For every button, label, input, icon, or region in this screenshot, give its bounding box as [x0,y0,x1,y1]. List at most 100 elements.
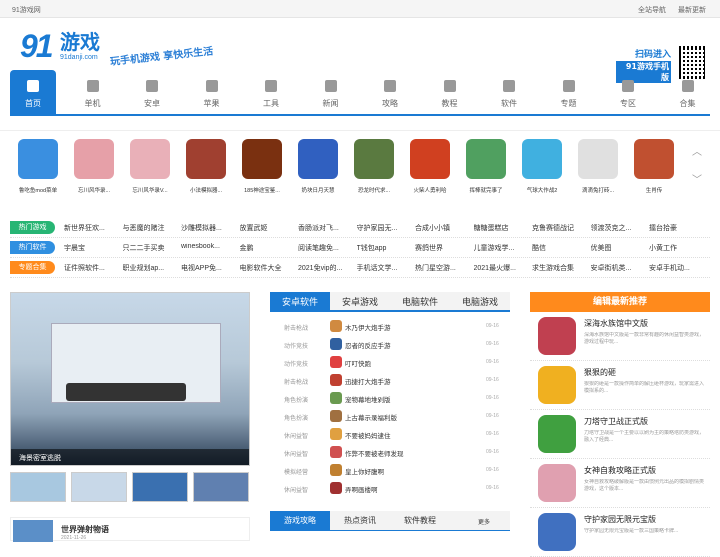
editor-pick-item[interactable]: 女神自救攻略正式版 女神自救攻略破解版是一款由惯例元出品的模拟剧情类游戏，这个版本… [530,459,710,508]
tag-link[interactable]: 沙雕模拟器... [181,223,233,233]
tag-link[interactable]: T钱包app [357,243,409,253]
nav-item[interactable]: 苹果 [189,70,235,114]
tag-link[interactable]: 2021免vip的... [298,263,350,273]
chevron-down-icon[interactable]: ﹀ [692,171,702,186]
tag-link[interactable]: 克鲁赛德战记 [532,223,584,233]
tag-link[interactable]: 儿童游戏学... [474,243,526,253]
tag-link[interactable]: 小黄工作 [649,243,701,253]
nav-item[interactable]: 单机 [70,70,116,114]
game-item[interactable]: 恐龙时代求... [350,139,398,194]
game-item[interactable]: 火柴人勇利哈 [406,139,454,194]
software-tab[interactable]: 安卓软件 [270,292,330,312]
editor-pick-item[interactable]: 守护家园无限元宝版 守护家园无限元宝版是一款三国策略卡牌... [530,508,710,557]
focus-thumb[interactable] [71,472,127,502]
focus-thumb[interactable] [132,472,188,502]
latest-link[interactable]: 最新更新 [678,5,706,15]
tag-link[interactable]: 合成小小镇 [415,223,467,233]
nav-item[interactable]: 合集 [665,70,711,114]
tag-link[interactable]: 2021最火爆... [474,263,526,273]
game-item[interactable]: 滴滴兔打砖... [574,139,622,194]
software-title: 弄啊画楼啊 [345,487,378,494]
tag-link[interactable]: 新世界狂欢... [64,223,116,233]
software-row[interactable]: 射击枪战 木乃伊大炮手游 09-16 [270,317,510,335]
tag-link[interactable]: 酷信 [532,243,584,253]
tag-link[interactable]: 香肠派对飞... [298,223,350,233]
nav-item[interactable]: 专题 [546,70,592,114]
software-date: 09-16 [486,449,499,455]
tag-link[interactable]: 守护家园无... [357,223,409,233]
nav-item[interactable]: 攻略 [367,70,413,114]
editor-pick-item[interactable]: 深海水族馆中文版 深海水族馆中文版是一款非常有趣的休闲益智类游戏，游戏过程中玩..… [530,312,710,361]
game-item[interactable]: 奶块日月天慧 [294,139,342,194]
nav-item[interactable]: 专区 [605,70,651,114]
tag-link[interactable]: 热门星空游... [415,263,467,273]
tag-link[interactable]: 金鹏 [240,243,292,253]
nav-item[interactable]: 工具 [248,70,294,114]
tag-link[interactable]: 只二二手买卖 [123,243,175,253]
tag-link[interactable]: 糖糖蛋糕店 [474,223,526,233]
news-item[interactable]: 世界弹射物语 2021-11-26 [10,517,250,542]
tag-link[interactable]: 电影软件大全 [240,263,292,273]
tag-link[interactable]: 宇晨宝 [64,243,116,253]
editor-pick-item[interactable]: 狠狠的砸 狠狠的砸是一款操作简单的解压砸杯游戏，玩家需进入模拟系的... [530,361,710,410]
software-tab[interactable]: 安卓游戏 [330,292,390,312]
nav-item[interactable]: 安卓 [129,70,175,114]
nav-item[interactable]: 首页 [10,70,56,114]
software-row[interactable]: 休闲益智 弄啊画楼啊 09-16 [270,479,510,497]
tag-link[interactable]: 擂台拾豪 [649,223,701,233]
editor-pick-thumb [538,513,576,551]
tag-link[interactable]: 职业规划ap... [123,263,175,273]
article-tab[interactable]: 热点资讯 [330,511,390,531]
software-row[interactable]: 角色扮演 宠物幕地堆剁版 09-16 [270,389,510,407]
tag-link[interactable]: 阅读笔趣免... [298,243,350,253]
chevron-up-icon[interactable]: ︿ [692,143,702,158]
game-item[interactable]: 挥棒就完事了 [462,139,510,194]
software-date: 09-16 [486,395,499,401]
tag-link[interactable]: 证件照软件... [64,263,116,273]
software-row[interactable]: 动作竞技 忍者的反应手游 09-16 [270,335,510,353]
game-item[interactable]: 185神途宝鉴... [238,139,286,194]
tag-link[interactable]: 手机话文学... [357,263,409,273]
nav-item[interactable]: 软件 [486,70,532,114]
software-tab[interactable]: 电脑游戏 [450,292,510,312]
focus-image[interactable]: 海景密室逃脱 [10,292,250,466]
game-item[interactable]: 生肖传 [630,139,678,194]
software-row[interactable]: 动作竞技 叮叮快跑 09-16 [270,353,510,371]
game-item[interactable]: 忘川风华录V... [126,139,174,194]
game-item[interactable]: 小法模拟器... [182,139,230,194]
tag-link[interactable]: 赛鸽世界 [415,243,467,253]
site-name[interactable]: 91游戏网 [12,5,41,15]
tag-link[interactable]: 安卓街机类... [591,263,643,273]
software-row[interactable]: 休闲益智 作弊不要被老师发现 09-16 [270,443,510,461]
news-thumb [13,520,53,542]
game-item[interactable]: 忘川风华录... [70,139,118,194]
tag-link[interactable]: 与恶魔的赌注 [123,223,175,233]
tag-link[interactable]: 放置武姬 [240,223,292,233]
software-row[interactable]: 射击枪战 迅捷打大炮手游 09-16 [270,371,510,389]
software-tab[interactable]: 电脑软件 [390,292,450,312]
top-bar: 91游戏网 全站导航 最新更新 [0,0,720,18]
tag-link[interactable]: 优美图 [591,243,643,253]
software-row[interactable]: 休闲益智 不要被妈妈逮住 09-16 [270,425,510,443]
nav-item[interactable]: 教程 [427,70,473,114]
game-item[interactable]: 鲁吃鱼mod菜单 [14,139,62,194]
logo[interactable]: 91 游戏 91danji.com [20,28,102,72]
tag-link[interactable]: 领渡茨克之... [591,223,643,233]
software-row[interactable]: 模拟经营 皇上你好腹啊 09-16 [270,461,510,479]
editor-pick-thumb [538,366,576,404]
article-tab[interactable]: 软件教程 [390,511,450,531]
game-item[interactable]: 气球大作战2 [518,139,566,194]
all-nav-link[interactable]: 全站导航 [638,5,666,15]
focus-thumb[interactable] [10,472,66,502]
nav-item[interactable]: 新闻 [308,70,354,114]
article-tab[interactable]: 游戏攻略 [270,511,330,531]
tag-link[interactable]: 安卓手机动... [649,263,701,273]
editor-pick-item[interactable]: 刀塔守卫战正式版 刀塔守卫战是一个主要以以刷为主的策略塔防类游戏，融入了经典... [530,410,710,459]
tag-link[interactable]: winesbook... [181,243,233,250]
more-link[interactable]: 更多 [478,517,490,526]
game-name: 挥棒就完事了 [469,188,503,194]
tag-link[interactable]: 电视APP免... [181,263,233,273]
software-row[interactable]: 角色扮演 上古幕示录福利版 09-16 [270,407,510,425]
focus-thumb[interactable] [193,472,249,502]
tag-link[interactable]: 求生游戏合集 [532,263,584,273]
